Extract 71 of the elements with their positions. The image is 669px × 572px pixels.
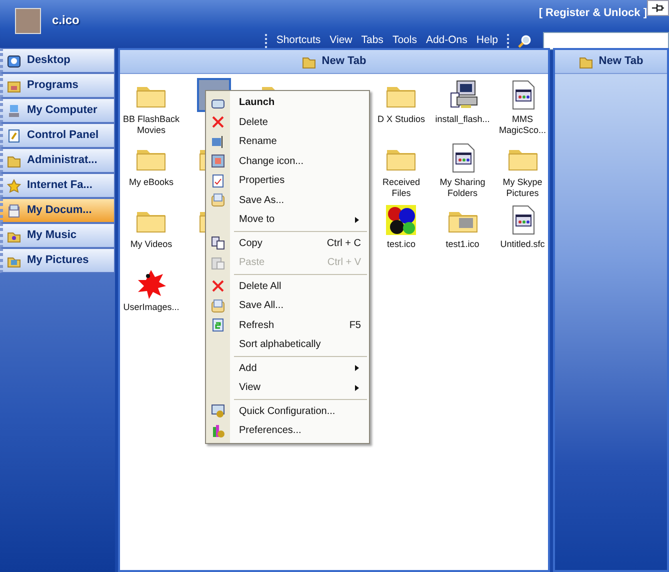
menu-item[interactable]: Tools: [392, 32, 417, 48]
menu-item[interactable]: Move to: [206, 210, 369, 230]
config-icon: [211, 404, 225, 418]
file-label[interactable]: My Videos: [130, 239, 172, 250]
paste-icon: [211, 256, 225, 270]
menu-item[interactable]: Shortcuts: [276, 32, 321, 48]
color-blotch-icon: [385, 204, 418, 236]
pin-icon: [651, 1, 665, 15]
change-icon-icon: [211, 154, 225, 168]
menu-item[interactable]: View: [330, 32, 352, 48]
menu-item[interactable]: Refresh F5: [206, 316, 369, 335]
sidebar-item[interactable]: Administrat...: [0, 148, 115, 173]
menu-item[interactable]: Rename: [206, 132, 369, 152]
register-link[interactable]: [ Register & Unlock ]: [538, 5, 647, 22]
menu-item[interactable]: Change icon...: [206, 152, 369, 171]
star-icon: [7, 178, 21, 192]
rename-icon: [211, 134, 225, 149]
file-label[interactable]: BB FlashBack Movies: [122, 114, 180, 136]
file-label[interactable]: test.ico: [386, 239, 416, 250]
copy-icon: [211, 236, 225, 250]
submenu-arrow-icon: [353, 384, 361, 392]
menu-item[interactable]: Sort alphabetically: [206, 335, 369, 354]
search-field[interactable]: [543, 32, 669, 50]
submenu-arrow-icon: [353, 216, 361, 224]
menu-item[interactable]: Add-Ons: [426, 32, 468, 48]
file-label[interactable]: MMS MagicSco...: [498, 114, 546, 136]
delete-icon: [211, 279, 225, 294]
user-name: c.ico: [52, 12, 80, 29]
file-label[interactable]: My Sharing Folders: [440, 176, 486, 198]
sidebar-item[interactable]: Control Panel: [0, 123, 115, 148]
menu-item[interactable]: Save As...: [206, 190, 369, 210]
sidebar-item[interactable]: My Music: [0, 223, 115, 248]
menu-item[interactable]: Properties: [206, 171, 369, 190]
menu-item[interactable]: Add: [206, 358, 369, 378]
submenu-arrow-icon: [353, 364, 361, 372]
sidebar-item[interactable]: Programs: [0, 73, 115, 98]
save-icon: [211, 298, 225, 313]
menu-item[interactable]: Help: [476, 32, 498, 48]
refresh-icon: [211, 318, 225, 332]
menu-item[interactable]: Delete: [206, 112, 369, 132]
tab-header[interactable]: New Tab: [120, 50, 548, 74]
sidebar-item[interactable]: My Docum...: [0, 198, 115, 223]
file-label[interactable]: UserImages...: [123, 302, 180, 312]
file-label[interactable]: Received Files: [382, 176, 420, 198]
sidebar-item[interactable]: My Pictures: [0, 248, 115, 273]
menu-item[interactable]: Preferences...: [206, 421, 369, 440]
sidebar-item[interactable]: Internet Fa...: [0, 173, 115, 198]
file-label[interactable]: test1.ico: [446, 239, 480, 250]
file-label[interactable]: D X Studios: [377, 114, 426, 125]
sidebar-item[interactable]: Desktop: [0, 48, 115, 73]
menu-item[interactable]: Save All...: [206, 296, 369, 316]
menu-item[interactable]: Launch: [206, 93, 369, 112]
sidebar-item[interactable]: My Computer: [0, 98, 115, 123]
delete-icon: [211, 115, 225, 130]
menu-item[interactable]: View: [206, 378, 369, 398]
menu-item[interactable]: Delete All: [206, 276, 369, 296]
menu-item[interactable]: Tabs: [361, 32, 384, 48]
file-icon-tile[interactable]: [384, 203, 418, 237]
pin-button[interactable]: [647, 0, 669, 16]
file-label[interactable]: install_flash...: [435, 114, 490, 125]
photo-placeholder: [15, 8, 41, 34]
tab-header[interactable]: New Tab: [555, 50, 667, 74]
file-label[interactable]: My eBooks: [128, 176, 174, 188]
properties-icon: [211, 174, 225, 188]
save-icon: [211, 193, 225, 208]
menu-item[interactable]: Copy Ctrl + C: [206, 234, 369, 253]
file-label[interactable]: Untitled.sfc: [500, 239, 545, 250]
preferences-icon: [211, 424, 225, 438]
file-label[interactable]: My Skype Pictures: [502, 176, 542, 198]
computer-icon: [7, 104, 21, 118]
menu-item[interactable]: Quick Configuration...: [206, 402, 369, 421]
